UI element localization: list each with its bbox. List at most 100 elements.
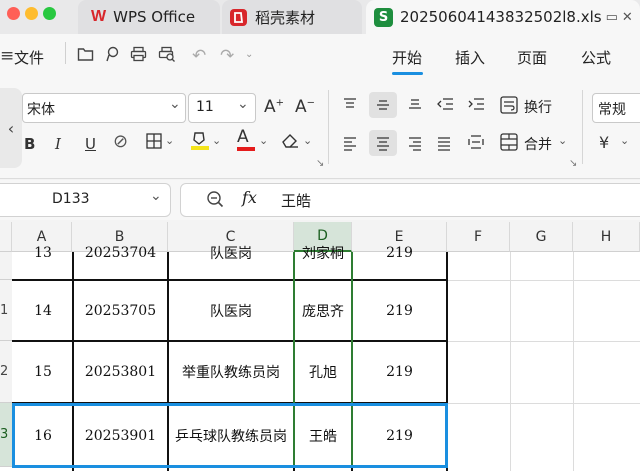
- tab-spreadsheet-file[interactable]: S 20250604143832502l8.xls ▭ ✕: [366, 0, 640, 34]
- tab-label: 稻壳素材: [255, 8, 316, 27]
- distributed-align-icon[interactable]: [467, 133, 485, 155]
- bold-button[interactable]: B: [24, 135, 35, 153]
- cell-e[interactable]: 219: [353, 238, 446, 268]
- row-header[interactable]: [0, 252, 12, 280]
- cell-a[interactable]: 14: [14, 281, 72, 340]
- chevron-down-icon[interactable]: ⌄: [558, 134, 567, 147]
- ribbon-divider: [582, 90, 583, 164]
- strikethrough-icon[interactable]: ⊘: [113, 131, 128, 152]
- cell-b[interactable]: 20253705: [74, 281, 167, 340]
- hamburger-menu-icon[interactable]: ≡: [0, 46, 14, 66]
- merge-cells-icon[interactable]: [500, 133, 518, 155]
- font-size-select[interactable]: 11 ⌄: [188, 93, 256, 123]
- column-header-f[interactable]: F: [447, 222, 510, 252]
- tab-page[interactable]: 页面: [517, 47, 547, 68]
- formula-value: 王皓: [281, 192, 312, 210]
- increase-font-size-icon[interactable]: A+: [264, 97, 284, 117]
- cell-c[interactable]: 队医岗: [169, 238, 293, 268]
- name-box[interactable]: D133 ⌄: [0, 183, 171, 217]
- cell-b[interactable]: 20253704: [74, 238, 167, 268]
- chevron-down-icon[interactable]: ⌄: [212, 134, 221, 147]
- cell-b[interactable]: 20253801: [74, 342, 167, 402]
- align-bottom-icon[interactable]: [407, 96, 423, 116]
- cell-e[interactable]: 219: [353, 281, 446, 340]
- justify-icon[interactable]: [436, 135, 452, 155]
- font-name-value: 宋体: [27, 102, 55, 118]
- chevron-down-icon[interactable]: ⌄: [303, 134, 312, 147]
- border-icon[interactable]: [146, 133, 162, 153]
- number-format-select[interactable]: 常规: [592, 93, 640, 123]
- toolbar-more-chevron-icon[interactable]: ⌄: [245, 49, 253, 60]
- window-title-bar: W WPS Office 稻壳素材 S 20250604143832502l8.…: [0, 0, 640, 34]
- chevron-down-icon[interactable]: ⌄: [620, 134, 629, 147]
- wrap-text-icon[interactable]: [500, 96, 518, 118]
- column-header-h[interactable]: H: [573, 222, 640, 252]
- font-size-value: 11: [196, 99, 214, 115]
- redo-icon[interactable]: ↷: [220, 46, 234, 66]
- tab-home[interactable]: 开始: [392, 47, 422, 68]
- font-color-icon[interactable]: A: [237, 128, 255, 151]
- align-right-icon[interactable]: [407, 135, 423, 155]
- decrease-font-size-icon[interactable]: A−: [295, 97, 315, 117]
- daoke-logo-icon: [230, 8, 247, 26]
- chevron-down-icon[interactable]: ⌄: [259, 134, 268, 147]
- row-highlight-box: [12, 403, 448, 468]
- minimize-window-icon[interactable]: [25, 7, 38, 20]
- chevron-down-icon[interactable]: ⌄: [165, 134, 174, 147]
- cell-c[interactable]: 队医岗: [169, 281, 293, 340]
- increase-indent-icon[interactable]: [467, 96, 485, 116]
- tab-insert[interactable]: 插入: [455, 47, 485, 68]
- tab-label: WPS Office: [113, 8, 196, 26]
- chevron-down-icon: ⌄: [150, 188, 162, 204]
- gridline: [447, 403, 640, 404]
- align-top-icon[interactable]: [342, 96, 358, 116]
- cell-e[interactable]: 219: [353, 342, 446, 402]
- gridline: [447, 280, 640, 281]
- align-left-icon[interactable]: [342, 135, 358, 155]
- print-icon[interactable]: [130, 46, 147, 67]
- zoom-search-icon[interactable]: [206, 190, 224, 212]
- decrease-indent-icon[interactable]: [436, 96, 454, 116]
- monitor-icon[interactable]: ▭: [606, 10, 618, 25]
- file-menu[interactable]: 文件: [14, 47, 44, 68]
- underline-button[interactable]: U: [85, 135, 96, 153]
- toolbar-divider: [65, 42, 66, 64]
- cell-a[interactable]: 15: [14, 342, 72, 402]
- tab-wps-office[interactable]: W WPS Office: [78, 0, 220, 34]
- gridline: [510, 252, 511, 471]
- font-name-select[interactable]: 宋体 ⌄: [22, 93, 186, 123]
- select-all-corner[interactable]: [0, 222, 12, 252]
- print-preview-icon[interactable]: [158, 46, 176, 67]
- currency-button[interactable]: ¥: [599, 133, 609, 152]
- cell-a[interactable]: 13: [14, 238, 72, 268]
- formula-input[interactable]: fx 王皓: [180, 183, 640, 217]
- row-header[interactable]: 2: [0, 341, 12, 403]
- fx-icon[interactable]: fx: [242, 188, 257, 207]
- font-dialog-launcher-icon[interactable]: ↘: [316, 158, 324, 169]
- align-middle-button[interactable]: [369, 92, 397, 118]
- italic-button[interactable]: I: [55, 135, 61, 153]
- spreadsheet-grid[interactable]: A B C D E F G H 1 2 3 13 20253704 队医岗 刘家…: [0, 222, 640, 471]
- cell-reference: D133: [52, 191, 90, 207]
- undo-icon[interactable]: ↶: [192, 46, 206, 66]
- close-tab-icon[interactable]: ✕: [622, 10, 633, 25]
- row-header[interactable]: 1: [0, 280, 12, 341]
- active-tab-underline: [392, 72, 423, 75]
- row-header-selected[interactable]: 3: [0, 403, 12, 467]
- wrap-text-button[interactable]: 换行: [524, 97, 552, 117]
- eraser-icon[interactable]: [281, 131, 299, 153]
- ribbon-scroll-left-icon[interactable]: ‹: [0, 88, 22, 168]
- alignment-dialog-launcher-icon[interactable]: ↘: [569, 158, 577, 169]
- chevron-down-icon: ⌄: [169, 96, 181, 112]
- folder-icon[interactable]: [77, 46, 94, 67]
- tab-formula[interactable]: 公式: [581, 47, 611, 68]
- merge-button[interactable]: 合并: [524, 134, 552, 154]
- tab-daoke[interactable]: 稻壳素材: [222, 0, 362, 34]
- cell-c[interactable]: 举重队教练员岗: [169, 342, 293, 402]
- maximize-window-icon[interactable]: [43, 7, 56, 20]
- lasso-icon[interactable]: [104, 46, 120, 67]
- close-window-icon[interactable]: [7, 7, 20, 20]
- fill-color-icon[interactable]: [190, 129, 210, 155]
- align-center-button[interactable]: [369, 130, 397, 156]
- column-header-g[interactable]: G: [510, 222, 573, 252]
